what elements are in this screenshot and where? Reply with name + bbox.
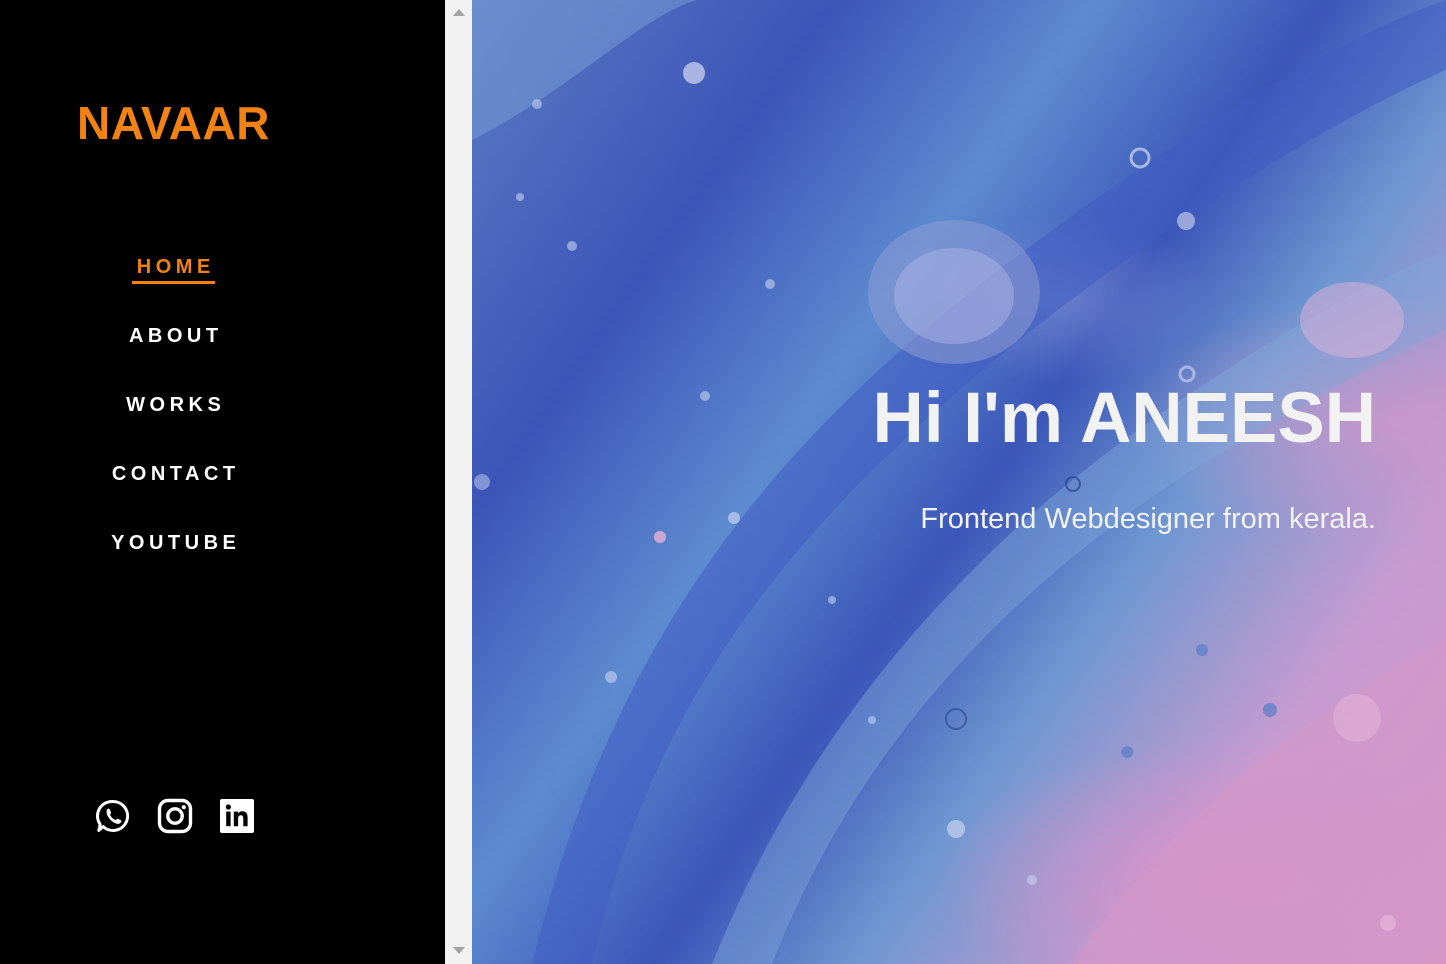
nav-item-works[interactable]: WORKS xyxy=(0,390,347,459)
nav-item-contact[interactable]: CONTACT xyxy=(0,459,347,528)
nav-item-youtube[interactable]: YOUTUBE xyxy=(0,528,347,597)
nav-item-about[interactable]: ABOUT xyxy=(0,321,347,390)
main-nav: HOME ABOUT WORKS CONTACT YOUTUBE xyxy=(0,252,347,597)
nav-item-label: YOUTUBE xyxy=(111,532,241,554)
hero-background-image xyxy=(472,0,1446,964)
hero-subtitle: Frontend Webdesigner from kerala. xyxy=(920,503,1376,535)
whatsapp-icon[interactable] xyxy=(95,798,131,834)
nav-item-label: ABOUT xyxy=(128,325,223,347)
scrollbar[interactable] xyxy=(445,0,472,964)
hero-title: Hi I'm ANEESH xyxy=(872,379,1376,458)
nav-item-label: WORKS xyxy=(126,394,226,416)
nav-item-home[interactable]: HOME xyxy=(0,252,347,321)
instagram-icon[interactable] xyxy=(157,798,193,834)
scroll-down-arrow-icon[interactable] xyxy=(453,947,465,954)
nav-item-label: HOME xyxy=(132,253,215,284)
hero-section: Hi I'm ANEESH Frontend Webdesigner from … xyxy=(472,0,1446,964)
scroll-up-arrow-icon[interactable] xyxy=(453,9,465,16)
nav-item-label: CONTACT xyxy=(111,463,240,485)
linkedin-icon[interactable] xyxy=(219,798,255,834)
social-links xyxy=(95,798,255,834)
sidebar: NAVAAR HOME ABOUT WORKS CONTACT YOUTUBE xyxy=(0,0,445,964)
site-logo[interactable]: NAVAAR xyxy=(0,96,347,150)
